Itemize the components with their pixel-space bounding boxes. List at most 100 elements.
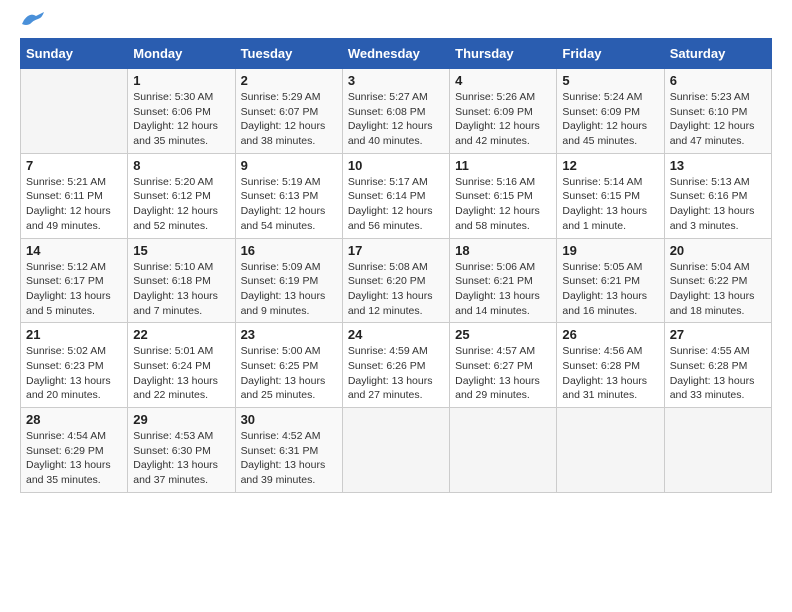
calendar-cell (664, 408, 771, 493)
day-number: 12 (562, 158, 658, 173)
day-number: 27 (670, 327, 766, 342)
calendar-cell: 9 Sunrise: 5:19 AMSunset: 6:13 PMDaylight… (235, 153, 342, 238)
calendar-cell (342, 408, 449, 493)
calendar-cell: 7Sunrise: 5:21 AMSunset: 6:11 PMDaylight… (21, 153, 128, 238)
weekday-header-monday: Monday (128, 39, 235, 69)
day-number: 28 (26, 412, 122, 427)
day-info: Sunrise: 4:55 AMSunset: 6:28 PMDaylight:… (670, 344, 766, 403)
calendar-cell: 23 Sunrise: 5:00 AMSunset: 6:25 PMDayligh… (235, 323, 342, 408)
day-number: 20 (670, 243, 766, 258)
day-number: 26 (562, 327, 658, 342)
calendar-week-row: 28 Sunrise: 4:54 AMSunset: 6:29 PMDayligh… (21, 408, 772, 493)
day-info: Sunrise: 5:13 AMSunset: 6:16 PMDaylight:… (670, 175, 766, 234)
day-number: 22 (133, 327, 229, 342)
calendar-cell (21, 69, 128, 154)
calendar-cell: 24Sunrise: 4:59 AMSunset: 6:26 PMDayligh… (342, 323, 449, 408)
day-number: 16 (241, 243, 337, 258)
day-info: Sunrise: 5:00 AMSunset: 6:25 PMDaylight:… (241, 344, 337, 403)
day-info: Sunrise: 5:29 AMSunset: 6:07 PMDaylight:… (241, 90, 337, 149)
day-info: Sunrise: 5:20 AMSunset: 6:12 PMDaylight:… (133, 175, 229, 234)
day-number: 17 (348, 243, 444, 258)
logo-bird-icon (22, 12, 44, 28)
day-number: 3 (348, 73, 444, 88)
day-info: Sunrise: 5:12 AMSunset: 6:17 PMDaylight:… (26, 260, 122, 319)
day-info: Sunrise: 4:52 AMSunset: 6:31 PMDaylight:… (241, 429, 337, 488)
weekday-header-tuesday: Tuesday (235, 39, 342, 69)
day-info: Sunrise: 5:19 AMSunset: 6:13 PMDaylight:… (241, 175, 337, 234)
day-info: Sunrise: 5:16 AMSunset: 6:15 PMDaylight:… (455, 175, 551, 234)
weekday-header-friday: Friday (557, 39, 664, 69)
calendar-cell: 14 Sunrise: 5:12 AMSunset: 6:17 PMDayligh… (21, 238, 128, 323)
day-info: Sunrise: 5:09 AMSunset: 6:19 PMDaylight:… (241, 260, 337, 319)
weekday-header-thursday: Thursday (450, 39, 557, 69)
day-number: 1 (133, 73, 229, 88)
day-number: 4 (455, 73, 551, 88)
calendar-cell: 10 Sunrise: 5:17 AMSunset: 6:14 PMDayligh… (342, 153, 449, 238)
calendar-cell: 28 Sunrise: 4:54 AMSunset: 6:29 PMDayligh… (21, 408, 128, 493)
logo (20, 20, 44, 28)
day-info: Sunrise: 5:23 AMSunset: 6:10 PMDaylight:… (670, 90, 766, 149)
calendar-cell (557, 408, 664, 493)
day-number: 14 (26, 243, 122, 258)
calendar-cell: 6 Sunrise: 5:23 AMSunset: 6:10 PMDaylight… (664, 69, 771, 154)
calendar-cell: 29 Sunrise: 4:53 AMSunset: 6:30 PMDayligh… (128, 408, 235, 493)
day-number: 11 (455, 158, 551, 173)
day-info: Sunrise: 5:02 AMSunset: 6:23 PMDaylight:… (26, 344, 122, 403)
calendar-cell: 12 Sunrise: 5:14 AMSunset: 6:15 PMDayligh… (557, 153, 664, 238)
day-number: 19 (562, 243, 658, 258)
calendar-cell: 17 Sunrise: 5:08 AMSunset: 6:20 PMDayligh… (342, 238, 449, 323)
day-info: Sunrise: 5:30 AMSunset: 6:06 PMDaylight:… (133, 90, 229, 149)
day-number: 30 (241, 412, 337, 427)
calendar-cell: 13 Sunrise: 5:13 AMSunset: 6:16 PMDayligh… (664, 153, 771, 238)
day-number: 8 (133, 158, 229, 173)
day-info: Sunrise: 4:57 AMSunset: 6:27 PMDaylight:… (455, 344, 551, 403)
day-info: Sunrise: 5:10 AMSunset: 6:18 PMDaylight:… (133, 260, 229, 319)
day-number: 6 (670, 73, 766, 88)
day-number: 2 (241, 73, 337, 88)
day-number: 5 (562, 73, 658, 88)
calendar-cell: 1 Sunrise: 5:30 AMSunset: 6:06 PMDaylight… (128, 69, 235, 154)
day-number: 18 (455, 243, 551, 258)
calendar-cell: 8 Sunrise: 5:20 AMSunset: 6:12 PMDaylight… (128, 153, 235, 238)
calendar-cell: 27 Sunrise: 4:55 AMSunset: 6:28 PMDayligh… (664, 323, 771, 408)
day-info: Sunrise: 5:08 AMSunset: 6:20 PMDaylight:… (348, 260, 444, 319)
page-header (20, 20, 772, 28)
day-number: 9 (241, 158, 337, 173)
day-info: Sunrise: 4:53 AMSunset: 6:30 PMDaylight:… (133, 429, 229, 488)
day-info: Sunrise: 5:17 AMSunset: 6:14 PMDaylight:… (348, 175, 444, 234)
calendar-cell: 22 Sunrise: 5:01 AMSunset: 6:24 PMDayligh… (128, 323, 235, 408)
weekday-header-sunday: Sunday (21, 39, 128, 69)
calendar-cell: 30 Sunrise: 4:52 AMSunset: 6:31 PMDayligh… (235, 408, 342, 493)
calendar-week-row: 1 Sunrise: 5:30 AMSunset: 6:06 PMDaylight… (21, 69, 772, 154)
day-info: Sunrise: 5:06 AMSunset: 6:21 PMDaylight:… (455, 260, 551, 319)
day-number: 23 (241, 327, 337, 342)
day-number: 13 (670, 158, 766, 173)
calendar-cell: 15 Sunrise: 5:10 AMSunset: 6:18 PMDayligh… (128, 238, 235, 323)
calendar-cell: 4 Sunrise: 5:26 AMSunset: 6:09 PMDaylight… (450, 69, 557, 154)
calendar-table: SundayMondayTuesdayWednesdayThursdayFrid… (20, 38, 772, 493)
calendar-cell: 2 Sunrise: 5:29 AMSunset: 6:07 PMDaylight… (235, 69, 342, 154)
weekday-header-wednesday: Wednesday (342, 39, 449, 69)
day-info: Sunrise: 4:56 AMSunset: 6:28 PMDaylight:… (562, 344, 658, 403)
calendar-cell: 11 Sunrise: 5:16 AMSunset: 6:15 PMDayligh… (450, 153, 557, 238)
calendar-cell: 19 Sunrise: 5:05 AMSunset: 6:21 PMDayligh… (557, 238, 664, 323)
day-number: 10 (348, 158, 444, 173)
day-number: 15 (133, 243, 229, 258)
day-info: Sunrise: 5:05 AMSunset: 6:21 PMDaylight:… (562, 260, 658, 319)
day-info: Sunrise: 4:59 AMSunset: 6:26 PMDaylight:… (348, 344, 444, 403)
day-info: Sunrise: 5:14 AMSunset: 6:15 PMDaylight:… (562, 175, 658, 234)
day-info: Sunrise: 5:01 AMSunset: 6:24 PMDaylight:… (133, 344, 229, 403)
day-number: 29 (133, 412, 229, 427)
calendar-cell: 18 Sunrise: 5:06 AMSunset: 6:21 PMDayligh… (450, 238, 557, 323)
calendar-cell: 3 Sunrise: 5:27 AMSunset: 6:08 PMDaylight… (342, 69, 449, 154)
day-info: Sunrise: 5:27 AMSunset: 6:08 PMDaylight:… (348, 90, 444, 149)
calendar-cell: 5 Sunrise: 5:24 AMSunset: 6:09 PMDaylight… (557, 69, 664, 154)
day-info: Sunrise: 5:26 AMSunset: 6:09 PMDaylight:… (455, 90, 551, 149)
day-info: Sunrise: 5:04 AMSunset: 6:22 PMDaylight:… (670, 260, 766, 319)
calendar-cell: 20 Sunrise: 5:04 AMSunset: 6:22 PMDayligh… (664, 238, 771, 323)
day-info: Sunrise: 4:54 AMSunset: 6:29 PMDaylight:… (26, 429, 122, 488)
calendar-cell: 25Sunrise: 4:57 AMSunset: 6:27 PMDayligh… (450, 323, 557, 408)
calendar-week-row: 14 Sunrise: 5:12 AMSunset: 6:17 PMDayligh… (21, 238, 772, 323)
weekday-header-saturday: Saturday (664, 39, 771, 69)
day-info: Sunrise: 5:24 AMSunset: 6:09 PMDaylight:… (562, 90, 658, 149)
